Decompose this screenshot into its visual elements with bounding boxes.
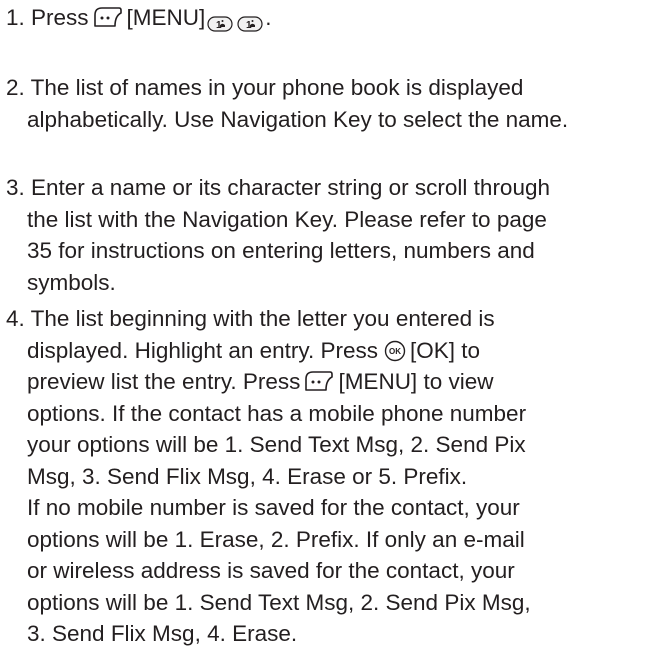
step-4-line-11: 3. Send Flix Msg, 4. Erase. (27, 621, 298, 646)
step-1-line-1: 1. Press [MENU] 1 1. (6, 2, 661, 34)
step-1: 1. Press [MENU] 1 1. (6, 2, 661, 34)
step-3-line-4: symbols. (27, 269, 116, 295)
step-4-line-6: Msg, 3. Send Flix Msg, 4. Erase or 5. Pr… (27, 463, 468, 489)
svg-text:OK: OK (389, 347, 401, 356)
step-4-line-4: options. If the contact has a mobile pho… (27, 400, 527, 426)
number-1-key-icon: 1 (207, 9, 233, 32)
step-4-line-7: If no mobile number is saved for the con… (27, 495, 520, 520)
step-3-line-1: 3. Enter a name or its character string … (6, 175, 550, 200)
step-4-line-8: options will be 1. Erase, 2. Prefix. If … (27, 526, 525, 552)
manual-page: 1. Press [MENU] 1 1. 2. The list of names i… (0, 0, 664, 646)
step-4-text-ok: [OK] to (410, 337, 481, 363)
step-1-period: . (265, 5, 272, 30)
number-1-key-icon-2: 1 (237, 9, 263, 32)
step-1-text-menu: [MENU] (126, 5, 206, 30)
step-2-line-2: alphabetically. Use Navigation Key to se… (27, 106, 569, 132)
step-4-text-press-ok: displayed. Highlight an entry. Press (27, 337, 379, 363)
step-4-line-9: or wireless address is saved for the con… (27, 558, 515, 583)
step-3: 3. Enter a name or its character string … (6, 172, 661, 298)
step-2: 2. The list of names in your phone book … (6, 72, 661, 135)
step-4-line-1: 4. The list beginning with the letter yo… (6, 306, 495, 331)
step-4-line-2: displayed. Highlight an entry. Press OK [O… (6, 335, 661, 367)
step-1-text-press: 1. Press (6, 5, 89, 30)
step-4-text-preview: preview list the entry. Press (27, 369, 301, 394)
step-4: 4. The list beginning with the letter yo… (6, 303, 661, 650)
step-3-line-2: the list with the Navigation Key. Please… (27, 206, 547, 232)
step-2-line-1: 2. The list of names in your phone book … (6, 75, 524, 100)
step-4-text-menu: [MENU] to view (338, 369, 494, 394)
step-4-line-10: options will be 1. Send Text Msg, 2. Sen… (27, 589, 531, 615)
step-3-line-3: 35 for instructions on entering letters,… (27, 238, 535, 263)
step-4-line-5: your options will be 1. Send Text Msg, 2… (27, 432, 526, 457)
ok-key-icon: OK (384, 339, 406, 361)
menu-key-icon (93, 5, 123, 29)
step-4-line-3: preview list the entry. Press [MENU] to v… (6, 366, 661, 398)
menu-key-icon-2 (304, 369, 334, 393)
